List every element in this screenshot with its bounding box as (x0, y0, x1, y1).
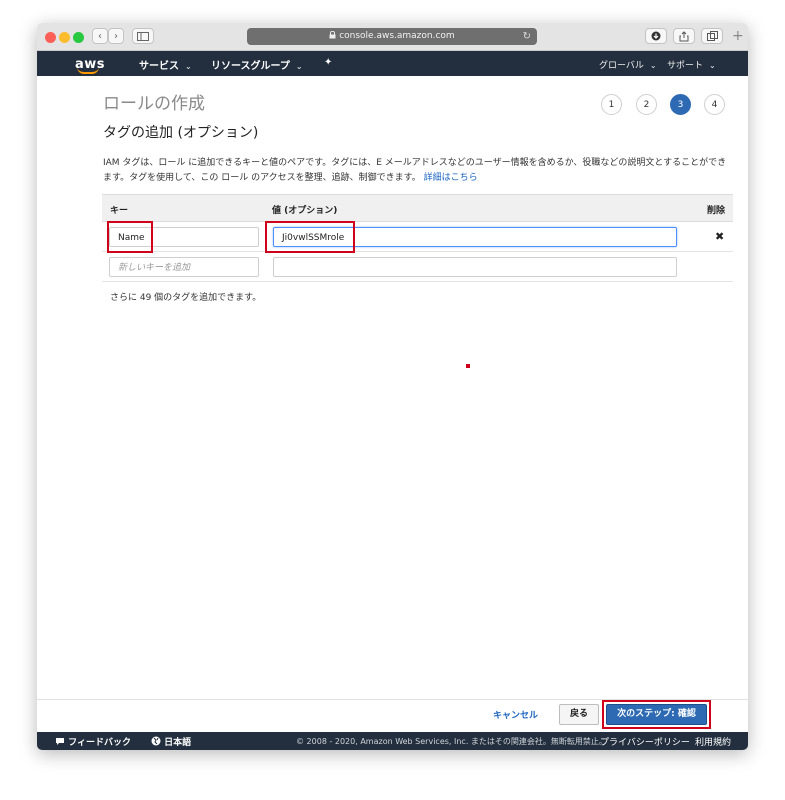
back-button[interactable]: 戻る (559, 704, 599, 725)
share-icon[interactable] (673, 28, 695, 44)
highlight-box-value (265, 221, 355, 253)
delete-tag-icon[interactable]: ✖ (715, 230, 724, 243)
step-indicator-4[interactable]: 4 (704, 94, 725, 115)
tabs-overview-icon[interactable] (701, 28, 723, 44)
chevron-down-icon: ⌄ (295, 62, 303, 71)
address-bar[interactable]: console.aws.amazon.com ↻ (247, 28, 537, 45)
step-indicator-3: 3 (670, 94, 691, 115)
resource-groups-menu[interactable]: リソースグループ ⌄ (211, 57, 303, 72)
minimize-window-button[interactable] (59, 32, 70, 43)
feedback-link[interactable]: フィードバック (55, 735, 131, 748)
terms-link[interactable]: 利用規約 (695, 735, 731, 748)
tags-table-header: キー 値 (オプション) 削除 (102, 194, 733, 222)
cursor-marker (466, 364, 470, 368)
step-indicator-2[interactable]: 2 (636, 94, 657, 115)
back-nav-icon[interactable]: ‹ (92, 28, 108, 44)
copyright-text: © 2008 - 2020, Amazon Web Services, Inc.… (296, 737, 607, 746)
aws-logo[interactable]: aws (75, 53, 105, 74)
step-indicator-1[interactable]: 1 (601, 94, 622, 115)
new-value-input[interactable] (273, 257, 677, 277)
column-header-delete: 削除 (707, 206, 726, 216)
privacy-policy-link[interactable]: プライバシーポリシー (600, 735, 690, 748)
downloads-icon[interactable] (645, 28, 667, 44)
console-footer: フィードバック 日本語 © 2008 - 2020, Amazon Web Se… (37, 732, 748, 750)
browser-window: ‹ › console.aws.amazon.com ↻ + aws サービス … (37, 23, 748, 750)
pin-icon[interactable]: ✦ (324, 57, 332, 68)
speech-bubble-icon (56, 738, 64, 745)
chevron-down-icon: ⌄ (185, 62, 192, 71)
reload-icon[interactable]: ↻ (523, 28, 531, 45)
lock-icon (329, 30, 339, 41)
section-title: タグの追加 (オプション) (103, 125, 259, 141)
highlight-box-key (107, 221, 153, 253)
services-menu[interactable]: サービス ⌄ (139, 57, 192, 72)
chevron-down-icon: ⌄ (709, 61, 716, 70)
aws-top-nav: aws サービス ⌄ リソースグループ ⌄ ✦ グローバル ⌄ サポート ⌄ (37, 51, 748, 76)
globe-icon (151, 736, 161, 746)
row-divider (102, 251, 733, 252)
support-menu[interactable]: サポート ⌄ (667, 58, 716, 71)
remaining-tags-text: さらに 49 個のタグを追加できます。 (110, 293, 262, 303)
learn-more-link[interactable]: 詳細はこちら (424, 173, 478, 183)
close-window-button[interactable] (45, 32, 56, 43)
language-selector[interactable]: 日本語 (151, 735, 191, 748)
new-tab-icon[interactable]: + (732, 29, 746, 43)
highlight-box-next (602, 700, 711, 729)
new-key-input[interactable]: 新しいキーを追加 (109, 257, 259, 277)
column-header-key: キー (110, 206, 129, 216)
browser-toolbar: ‹ › console.aws.amazon.com ↻ + (37, 23, 748, 51)
zoom-window-button[interactable] (73, 32, 84, 43)
aws-smile-icon (77, 67, 99, 74)
column-header-value: 値 (オプション) (272, 206, 338, 216)
cancel-button[interactable]: キャンセル (493, 708, 538, 721)
row-divider (102, 281, 733, 282)
sidebar-toggle-icon[interactable] (132, 28, 154, 44)
forward-nav-icon[interactable]: › (108, 28, 124, 44)
chevron-down-icon: ⌄ (649, 61, 657, 70)
description: IAM タグは、ロール に追加できるキーと値のペアです。タグには、E メールアド… (103, 158, 727, 183)
region-menu[interactable]: グローバル ⌄ (599, 58, 657, 71)
url-text: console.aws.amazon.com (339, 31, 455, 41)
page-title: ロールの作成 (103, 94, 205, 114)
